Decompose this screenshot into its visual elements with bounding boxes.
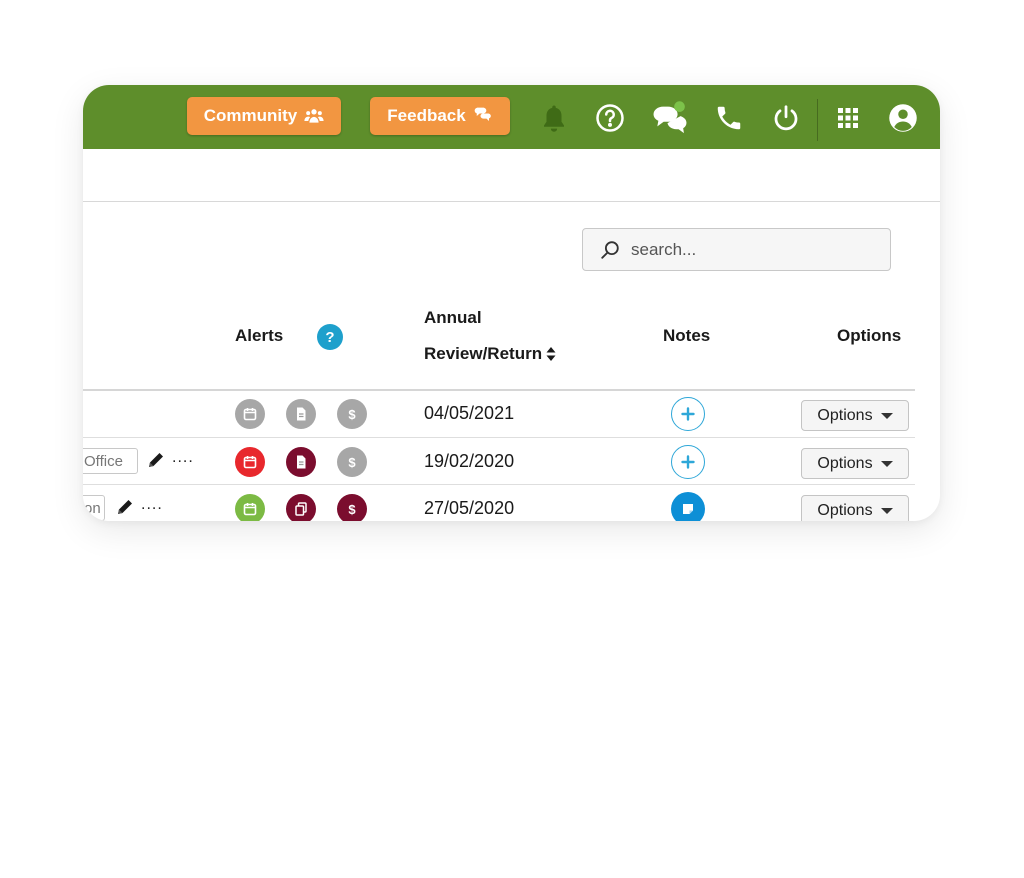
copy-document-icon	[295, 502, 307, 516]
options-column-header: Options	[837, 326, 902, 345]
alert-dollar-icon[interactable]: $	[337, 494, 367, 521]
options-label: Options	[817, 501, 873, 519]
table-header-divider	[83, 389, 915, 391]
plus-icon	[681, 407, 695, 421]
search-icon	[601, 240, 619, 259]
phone-icon	[717, 106, 741, 130]
view-note-button[interactable]	[671, 492, 705, 521]
chat-button[interactable]	[651, 99, 689, 137]
feedback-label: Feedback	[387, 106, 466, 125]
svg-text:$: $	[348, 502, 356, 517]
options-dropdown-button[interactable]: Options	[801, 448, 909, 479]
notes-column-header: Notes	[663, 326, 711, 345]
alert-calendar-icon[interactable]	[235, 399, 265, 429]
notifications-bell[interactable]	[539, 103, 569, 133]
alert-calendar-icon[interactable]	[235, 447, 265, 477]
community-button[interactable]: Community	[187, 97, 341, 135]
alert-copy-document-icon[interactable]	[286, 494, 316, 521]
top-navigation-bar: Community Feedback	[83, 85, 940, 149]
user-account-icon	[889, 104, 917, 132]
sticky-note-icon	[683, 504, 693, 514]
row-tag[interactable]: on	[83, 495, 105, 521]
alert-dollar-icon[interactable]: $	[337, 399, 367, 429]
help-button[interactable]	[595, 103, 625, 133]
dollar-icon: $	[348, 502, 356, 517]
options-label: Options	[817, 454, 873, 472]
apps-grid-icon	[838, 108, 858, 128]
annual-review-date: 19/02/2020	[424, 451, 515, 471]
bell-icon	[544, 105, 564, 132]
search-input[interactable]	[629, 238, 873, 261]
document-icon	[297, 407, 306, 421]
annual-review-date: 27/05/2020	[424, 498, 515, 518]
pencil-edit-icon[interactable]	[147, 451, 165, 469]
community-label: Community	[203, 106, 298, 125]
sort-icon	[546, 347, 556, 361]
dollar-icon: $	[348, 407, 356, 422]
pencil-edit-icon[interactable]	[116, 498, 134, 516]
chat-bubbles-icon	[653, 101, 687, 134]
chat-status-dot	[674, 101, 685, 112]
people-group-icon	[304, 109, 324, 123]
svg-text:$: $	[348, 455, 356, 470]
row-tag[interactable]: Office	[83, 448, 138, 474]
annual-review-sort-header[interactable]: Review/Return	[424, 344, 556, 364]
alert-document-icon[interactable]	[286, 447, 316, 477]
annual-review-header-line2: Review/Return	[424, 344, 543, 363]
edit-more-dots[interactable]: ....	[141, 496, 163, 514]
add-note-button[interactable]	[671, 397, 705, 431]
row-divider	[83, 437, 915, 438]
comments-icon	[474, 107, 491, 121]
edit-more-dots[interactable]: ....	[172, 449, 194, 467]
feedback-button[interactable]: Feedback	[370, 97, 510, 135]
sub-header-bar	[83, 149, 940, 202]
plus-icon	[681, 455, 695, 469]
options-dropdown-button[interactable]: Options	[801, 495, 909, 521]
toolbar-divider	[817, 99, 818, 141]
caret-down-icon	[880, 507, 893, 514]
annual-review-header-line1: Annual	[424, 308, 482, 327]
caret-down-icon	[880, 412, 893, 419]
annual-review-date: 04/05/2021	[424, 403, 515, 423]
alert-document-icon[interactable]	[286, 399, 316, 429]
app-window: Community Feedback search... Alerts ? An…	[83, 85, 940, 521]
svg-text:$: $	[348, 407, 356, 422]
alert-dollar-icon[interactable]: $	[337, 447, 367, 477]
calendar-icon	[243, 408, 257, 421]
dollar-icon: $	[348, 455, 356, 470]
options-dropdown-button[interactable]: Options	[801, 400, 909, 431]
calendar-icon	[243, 503, 257, 516]
user-account-button[interactable]	[888, 103, 918, 133]
power-icon	[774, 105, 798, 131]
options-label: Options	[817, 406, 873, 424]
apps-menu-button[interactable]	[833, 103, 863, 133]
alerts-column-header: Alerts	[235, 326, 284, 345]
calendar-icon	[243, 456, 257, 469]
search-box[interactable]	[582, 228, 891, 271]
alerts-help-badge[interactable]: ?	[317, 324, 343, 350]
row-divider	[83, 484, 915, 485]
alert-calendar-icon[interactable]	[235, 494, 265, 521]
logout-button[interactable]	[771, 103, 801, 133]
caret-down-icon	[880, 460, 893, 467]
help-circle-icon	[596, 104, 624, 132]
document-icon	[297, 455, 306, 469]
phone-button[interactable]	[714, 103, 744, 133]
add-note-button[interactable]	[671, 445, 705, 479]
